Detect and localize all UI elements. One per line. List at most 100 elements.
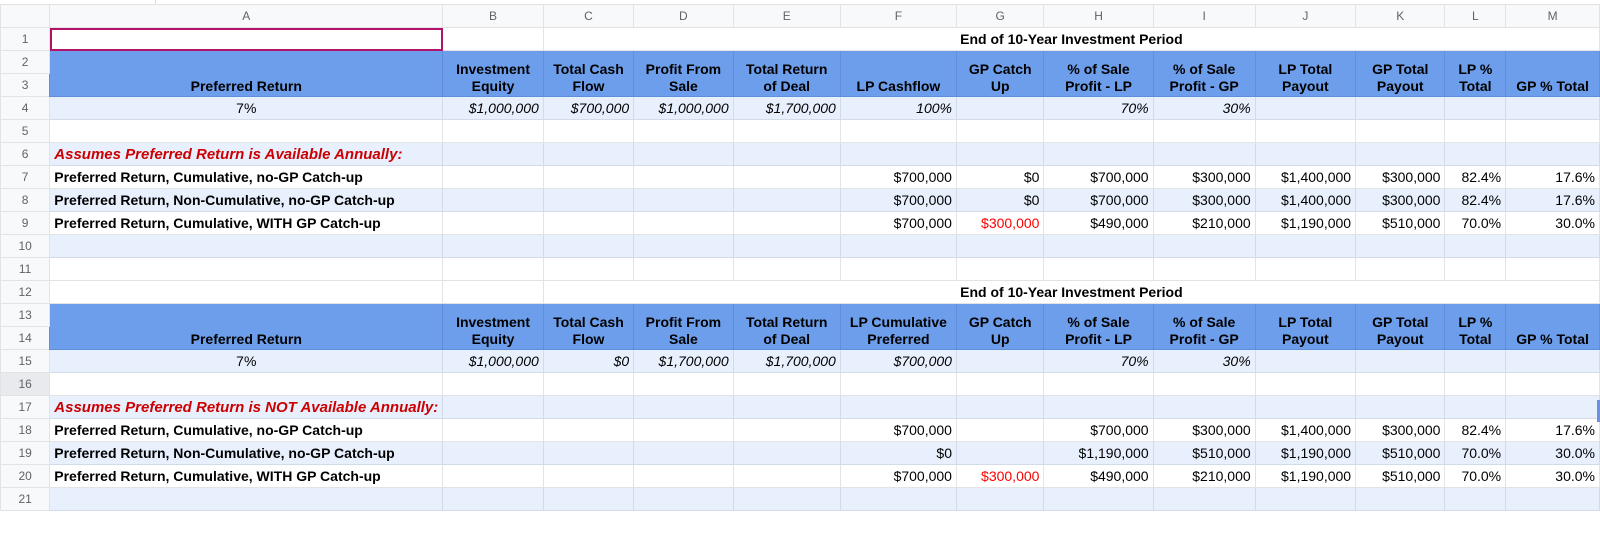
cell[interactable] (1355, 234, 1446, 258)
cell[interactable] (955, 487, 1045, 511)
cell[interactable] (1505, 372, 1600, 396)
cell[interactable] (633, 372, 734, 396)
row-header[interactable]: 1 (0, 27, 51, 51)
column-header-b[interactable]: B (442, 4, 544, 28)
cell[interactable] (633, 395, 734, 419)
row-header[interactable]: 2 (0, 50, 51, 74)
column-header-a[interactable]: A (49, 4, 444, 28)
cell[interactable] (633, 165, 734, 189)
lp-total-payout[interactable]: $1,190,000 (1254, 441, 1357, 465)
input-gp-catch-up[interactable] (955, 349, 1045, 373)
lp-pct-total[interactable]: 82.4% (1444, 418, 1507, 442)
cell[interactable] (732, 464, 841, 488)
header-gp-catch-up[interactable]: GP Catch Up (955, 303, 1045, 350)
row-header[interactable]: 18 (0, 418, 51, 442)
row-header[interactable]: 8 (0, 188, 51, 212)
cell[interactable] (1152, 234, 1256, 258)
row-header[interactable]: 11 (0, 257, 51, 281)
cell[interactable] (442, 27, 544, 51)
cell[interactable] (542, 211, 635, 235)
cell[interactable] (442, 142, 544, 166)
cell[interactable] (1043, 257, 1154, 281)
row-header[interactable]: 20 (0, 464, 51, 488)
cell[interactable] (442, 234, 544, 258)
cell[interactable] (442, 464, 544, 488)
cell[interactable] (633, 234, 734, 258)
gp-catch-up[interactable]: $300,000 (955, 464, 1045, 488)
cell[interactable] (442, 441, 544, 465)
cell[interactable] (1355, 142, 1446, 166)
cell[interactable] (542, 395, 635, 419)
row-header[interactable]: 13 (0, 303, 51, 327)
header-gp-total-payout[interactable]: GP Total Payout (1355, 50, 1446, 97)
gp-total-payout[interactable]: $300,000 (1355, 418, 1446, 442)
cell[interactable] (1254, 234, 1357, 258)
cell[interactable] (955, 142, 1045, 166)
gp-pct-total[interactable]: 17.6% (1505, 165, 1600, 189)
lp-cashflow[interactable]: $700,000 (839, 165, 957, 189)
lp-pct-total[interactable]: 70.0% (1444, 464, 1507, 488)
lp-cumulative-preferred[interactable]: $700,000 (839, 418, 957, 442)
scenario-label[interactable]: Preferred Return, Cumulative, no-GP Catc… (49, 165, 444, 189)
header-sale-profit-lp[interactable]: % of Sale Profit - LP (1043, 50, 1154, 97)
cell[interactable] (732, 395, 841, 419)
row-header[interactable]: 12 (0, 280, 51, 304)
lp-total-payout[interactable]: $1,400,000 (1254, 188, 1357, 212)
cell[interactable] (442, 211, 544, 235)
cell[interactable] (442, 188, 544, 212)
cell[interactable] (1355, 96, 1446, 120)
sale-profit-lp[interactable]: $490,000 (1043, 464, 1154, 488)
header-preferred-return[interactable]: Preferred Return (49, 50, 444, 97)
input-sale-profit-lp[interactable]: 70% (1043, 349, 1154, 373)
cell[interactable] (839, 395, 957, 419)
cell[interactable] (732, 372, 841, 396)
header-gp-total-payout[interactable]: GP Total Payout (1355, 303, 1446, 350)
lp-total-payout[interactable]: $1,400,000 (1254, 165, 1357, 189)
cell[interactable] (633, 142, 734, 166)
cell[interactable] (1152, 487, 1256, 511)
lp-pct-total[interactable]: 70.0% (1444, 441, 1507, 465)
gp-catch-up[interactable] (955, 418, 1045, 442)
cell[interactable] (633, 257, 734, 281)
cell[interactable] (955, 372, 1045, 396)
sale-profit-lp[interactable]: $700,000 (1043, 418, 1154, 442)
cell[interactable] (732, 234, 841, 258)
cell[interactable] (732, 257, 841, 281)
gp-pct-total[interactable]: 30.0% (1505, 211, 1600, 235)
gp-pct-total[interactable]: 17.6% (1505, 188, 1600, 212)
cell[interactable] (1355, 487, 1446, 511)
scenario-label[interactable]: Preferred Return, Non-Cumulative, no-GP … (49, 188, 444, 212)
cell[interactable] (1505, 487, 1600, 511)
cell[interactable] (1444, 487, 1507, 511)
column-header-h[interactable]: H (1043, 4, 1154, 28)
scenario-label[interactable]: Preferred Return, Cumulative, WITH GP Ca… (49, 211, 444, 235)
cell[interactable] (955, 257, 1045, 281)
cell[interactable] (49, 257, 444, 281)
lp-total-payout[interactable]: $1,400,000 (1254, 418, 1357, 442)
cell[interactable] (442, 257, 544, 281)
lp-pct-total[interactable]: 82.4% (1444, 165, 1507, 189)
cell[interactable] (1254, 142, 1357, 166)
sale-profit-lp[interactable]: $700,000 (1043, 165, 1154, 189)
cell[interactable] (1444, 142, 1507, 166)
row-header[interactable]: 4 (0, 96, 51, 120)
scenario-label[interactable]: Preferred Return, Cumulative, WITH GP Ca… (49, 464, 444, 488)
cell[interactable] (1355, 372, 1446, 396)
cell[interactable] (49, 280, 444, 304)
gp-total-payout[interactable]: $300,000 (1355, 165, 1446, 189)
sale-profit-gp[interactable]: $510,000 (1152, 441, 1256, 465)
cell[interactable] (1355, 395, 1446, 419)
cell[interactable] (542, 165, 635, 189)
header-lp-pct-total[interactable]: LP % Total (1444, 303, 1507, 350)
header-total-return[interactable]: Total Return of Deal (732, 50, 841, 97)
cell[interactable] (1444, 96, 1507, 120)
input-investment-equity[interactable]: $1,000,000 (442, 96, 544, 120)
cell[interactable] (732, 119, 841, 143)
column-header-g[interactable]: G (955, 4, 1045, 28)
header-lp-pct-total[interactable]: LP % Total (1444, 50, 1507, 97)
row-header[interactable]: 10 (0, 234, 51, 258)
scenario-label[interactable]: Preferred Return, Cumulative, no-GP Catc… (49, 418, 444, 442)
cell[interactable] (1254, 372, 1357, 396)
header-profit-from-sale[interactable]: Profit From Sale (633, 50, 734, 97)
column-header-e[interactable]: E (732, 4, 841, 28)
